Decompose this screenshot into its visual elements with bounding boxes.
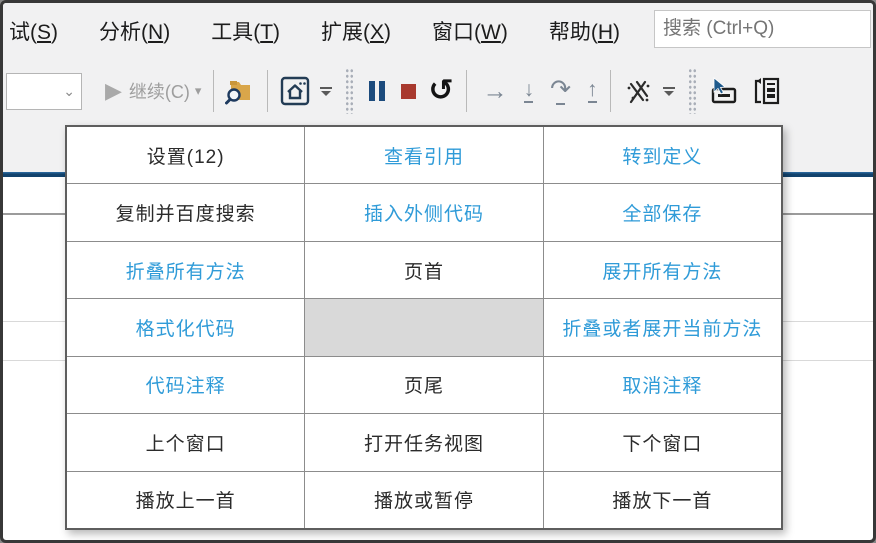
toolbar: ⌄ ▶ 继续(C) ▾ ↺ → ↓ ↷ ↑ [3,58,873,124]
chevron-down-icon[interactable] [320,86,333,96]
toolbar-grip-handle[interactable] [345,68,355,114]
grid-cell-empty [305,299,543,356]
grid-cell-command[interactable]: 播放上一首 [67,471,305,528]
search-input[interactable] [655,18,870,40]
pause-icon[interactable] [369,81,386,101]
grid-cell-command[interactable]: 插入外侧代码 [305,184,543,241]
grid-cell-command[interactable]: 查看引用 [305,127,543,184]
grid-cell-command[interactable]: 页尾 [305,356,543,414]
grid-cell-command[interactable]: 页首 [305,241,543,299]
menu-bar: 试(S) 分析(N) 工具(T) 扩展(X) 窗口(W) 帮助(H) [9,3,620,58]
app-window: 试(S) 分析(N) 工具(T) 扩展(X) 窗口(W) 帮助(H) ⌄ ▶ 继… [0,0,876,543]
toolbar-combobox[interactable]: ⌄ [6,72,82,110]
select-element-icon[interactable] [706,76,740,106]
menu-item[interactable]: 扩展(X) [321,16,391,46]
toolbar-grip-handle[interactable] [687,68,697,114]
toolbar-separator [465,70,467,112]
grid-cell-command[interactable]: 全部保存 [543,184,781,241]
copy-list-icon[interactable] [751,75,783,107]
grid-cell-command[interactable]: 打开任务视图 [305,414,543,471]
grid-cell-command[interactable]: 上个窗口 [67,414,305,471]
search-in-folder-icon[interactable] [225,77,255,105]
grid-cell-command[interactable]: 转到定义 [543,127,781,184]
grid-cell-command[interactable]: 格式化代码 [67,299,305,356]
step-up-icon[interactable]: ↑ [587,79,598,103]
quick-search-box[interactable] [654,10,871,48]
continue-button[interactable]: 继续(C) [129,78,190,104]
grid-cell-command[interactable]: 下个窗口 [543,414,781,471]
restart-icon[interactable]: ↺ [428,76,453,106]
grid-cell-command[interactable]: 取消注释 [543,356,781,414]
play-icon[interactable]: ▶ [105,78,122,104]
grid-cell-command[interactable]: 复制并百度搜索 [67,184,305,241]
grid-cell-command[interactable]: 设置(12) [67,127,305,184]
step-into-icon[interactable]: ↓ [524,79,534,103]
stop-icon[interactable] [401,83,417,99]
grid-cell-command[interactable]: 折叠所有方法 [67,241,305,299]
menu-item[interactable]: 分析(N) [99,16,170,46]
step-out-icon[interactable]: ↷ [550,77,571,105]
grid-cell-command[interactable]: 代码注释 [67,356,305,414]
command-grid: 设置(12) 查看引用 转到定义复制并百度搜索 插入外侧代码 全部保存折叠所有方法 页首展… [65,125,783,530]
toolbar-separator [267,70,269,112]
chevron-down-icon[interactable] [662,86,675,96]
menu-item[interactable]: 窗口(W) [432,16,508,46]
grid-cell-command[interactable]: 折叠或者展开当前方法 [543,299,781,356]
menu-item[interactable]: 帮助(H) [549,16,620,46]
menu-item[interactable]: 试(S) [9,16,58,46]
code-analysis-icon[interactable] [623,76,653,106]
toolbar-separator [609,70,611,112]
grid-cell-command[interactable]: 播放或暂停 [305,471,543,528]
step-over-icon[interactable]: → [483,78,508,104]
menu-item[interactable]: 工具(T) [211,16,280,46]
grid-cell-command[interactable]: 展开所有方法 [543,241,781,299]
chevron-down-icon: ⌄ [63,82,75,99]
home-icon[interactable] [280,76,310,106]
grid-cell-command[interactable]: 播放下一首 [543,471,781,528]
chevron-down-icon[interactable]: ▾ [195,83,202,99]
toolbar-separator [213,70,215,112]
